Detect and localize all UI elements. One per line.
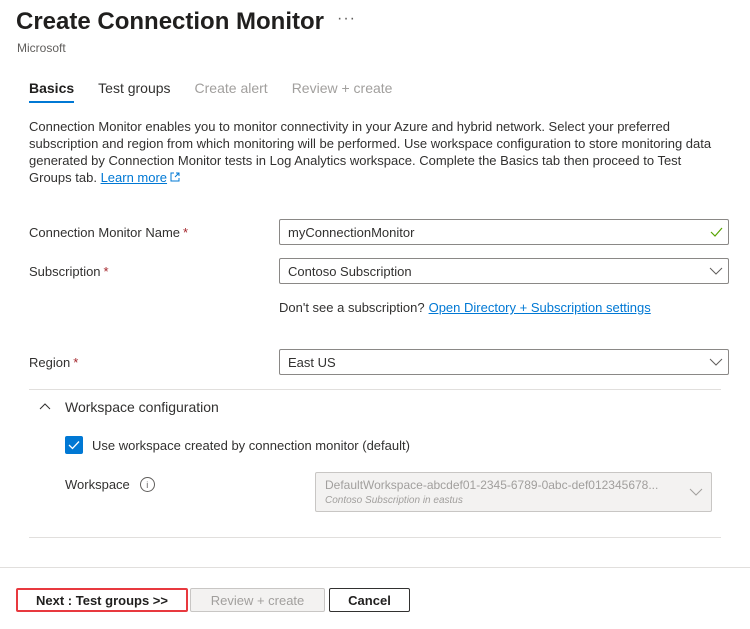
required-mark: * [103,264,109,279]
connection-monitor-name-input[interactable]: myConnectionMonitor [279,219,729,245]
tab-test-groups[interactable]: Test groups [98,80,170,103]
subscription-value: Contoso Subscription [288,263,412,279]
page-title: Create Connection Monitor [16,8,325,35]
workspace-sub-value: Contoso Subscription in eastus [325,495,463,506]
chevron-down-icon [681,488,711,496]
required-mark: * [73,355,79,370]
review-create-button: Review + create [190,588,325,612]
chevron-down-icon [704,267,728,275]
workspace-dropdown: DefaultWorkspace-abcdef01-2345-6789-0abc… [315,472,712,512]
connection-monitor-name-label: Connection Monitor Name * [29,225,188,240]
subscription-dropdown[interactable]: Contoso Subscription [279,258,729,284]
region-value: East US [288,354,336,370]
workspace-value: DefaultWorkspace-abcdef01-2345-6789-0abc… [325,478,659,492]
name-input-value: myConnectionMonitor [288,224,415,240]
checkbox-checked-icon[interactable] [65,436,83,454]
tab-basics[interactable]: Basics [29,80,75,103]
region-dropdown[interactable]: East US [279,349,729,375]
next-test-groups-button[interactable]: Next : Test groups >> [16,588,188,612]
learn-more-link[interactable]: Learn more [101,170,167,185]
region-label: Region * [29,355,78,370]
workspace-configuration-toggle[interactable]: Workspace configuration [38,399,219,415]
workspace-label-text: Workspace [65,477,130,492]
cancel-button[interactable]: Cancel [329,588,410,612]
tab-review-create: Review + create [291,80,393,96]
subscription-label-text: Subscription [29,264,101,279]
region-label-text: Region [29,355,71,370]
checkmark-icon [704,227,728,237]
learn-more-label: Learn more [100,170,168,185]
required-mark: * [183,225,189,240]
page-subtitle: Microsoft [17,41,66,55]
use-default-workspace-checkbox[interactable]: Use workspace created by connection moni… [65,436,410,454]
subscription-label: Subscription * [29,264,109,279]
tab-bar: Basics Test groups Create alert Review +… [29,80,416,103]
section-divider [29,389,721,390]
tab-create-alert: Create alert [194,80,268,96]
open-directory-settings-link[interactable]: Open Directory + Subscription settings [429,300,651,315]
subscription-hint-text: Don't see a subscription? [279,300,425,315]
footer-divider [0,567,750,568]
workspace-configuration-title: Workspace configuration [65,399,219,415]
subscription-hint: Don't see a subscription? Open Directory … [279,300,651,315]
external-link-icon [170,171,180,188]
chevron-down-icon [704,358,728,366]
workspace-label: Workspace i [65,477,155,492]
more-options-button[interactable]: ··· [337,10,356,28]
use-default-workspace-label: Use workspace created by connection moni… [92,437,410,453]
section-end-divider [29,537,721,538]
name-label-text: Connection Monitor Name [29,225,181,240]
info-icon[interactable]: i [139,477,155,492]
chevron-up-icon [38,400,52,414]
description: Connection Monitor enables you to monito… [29,118,719,188]
